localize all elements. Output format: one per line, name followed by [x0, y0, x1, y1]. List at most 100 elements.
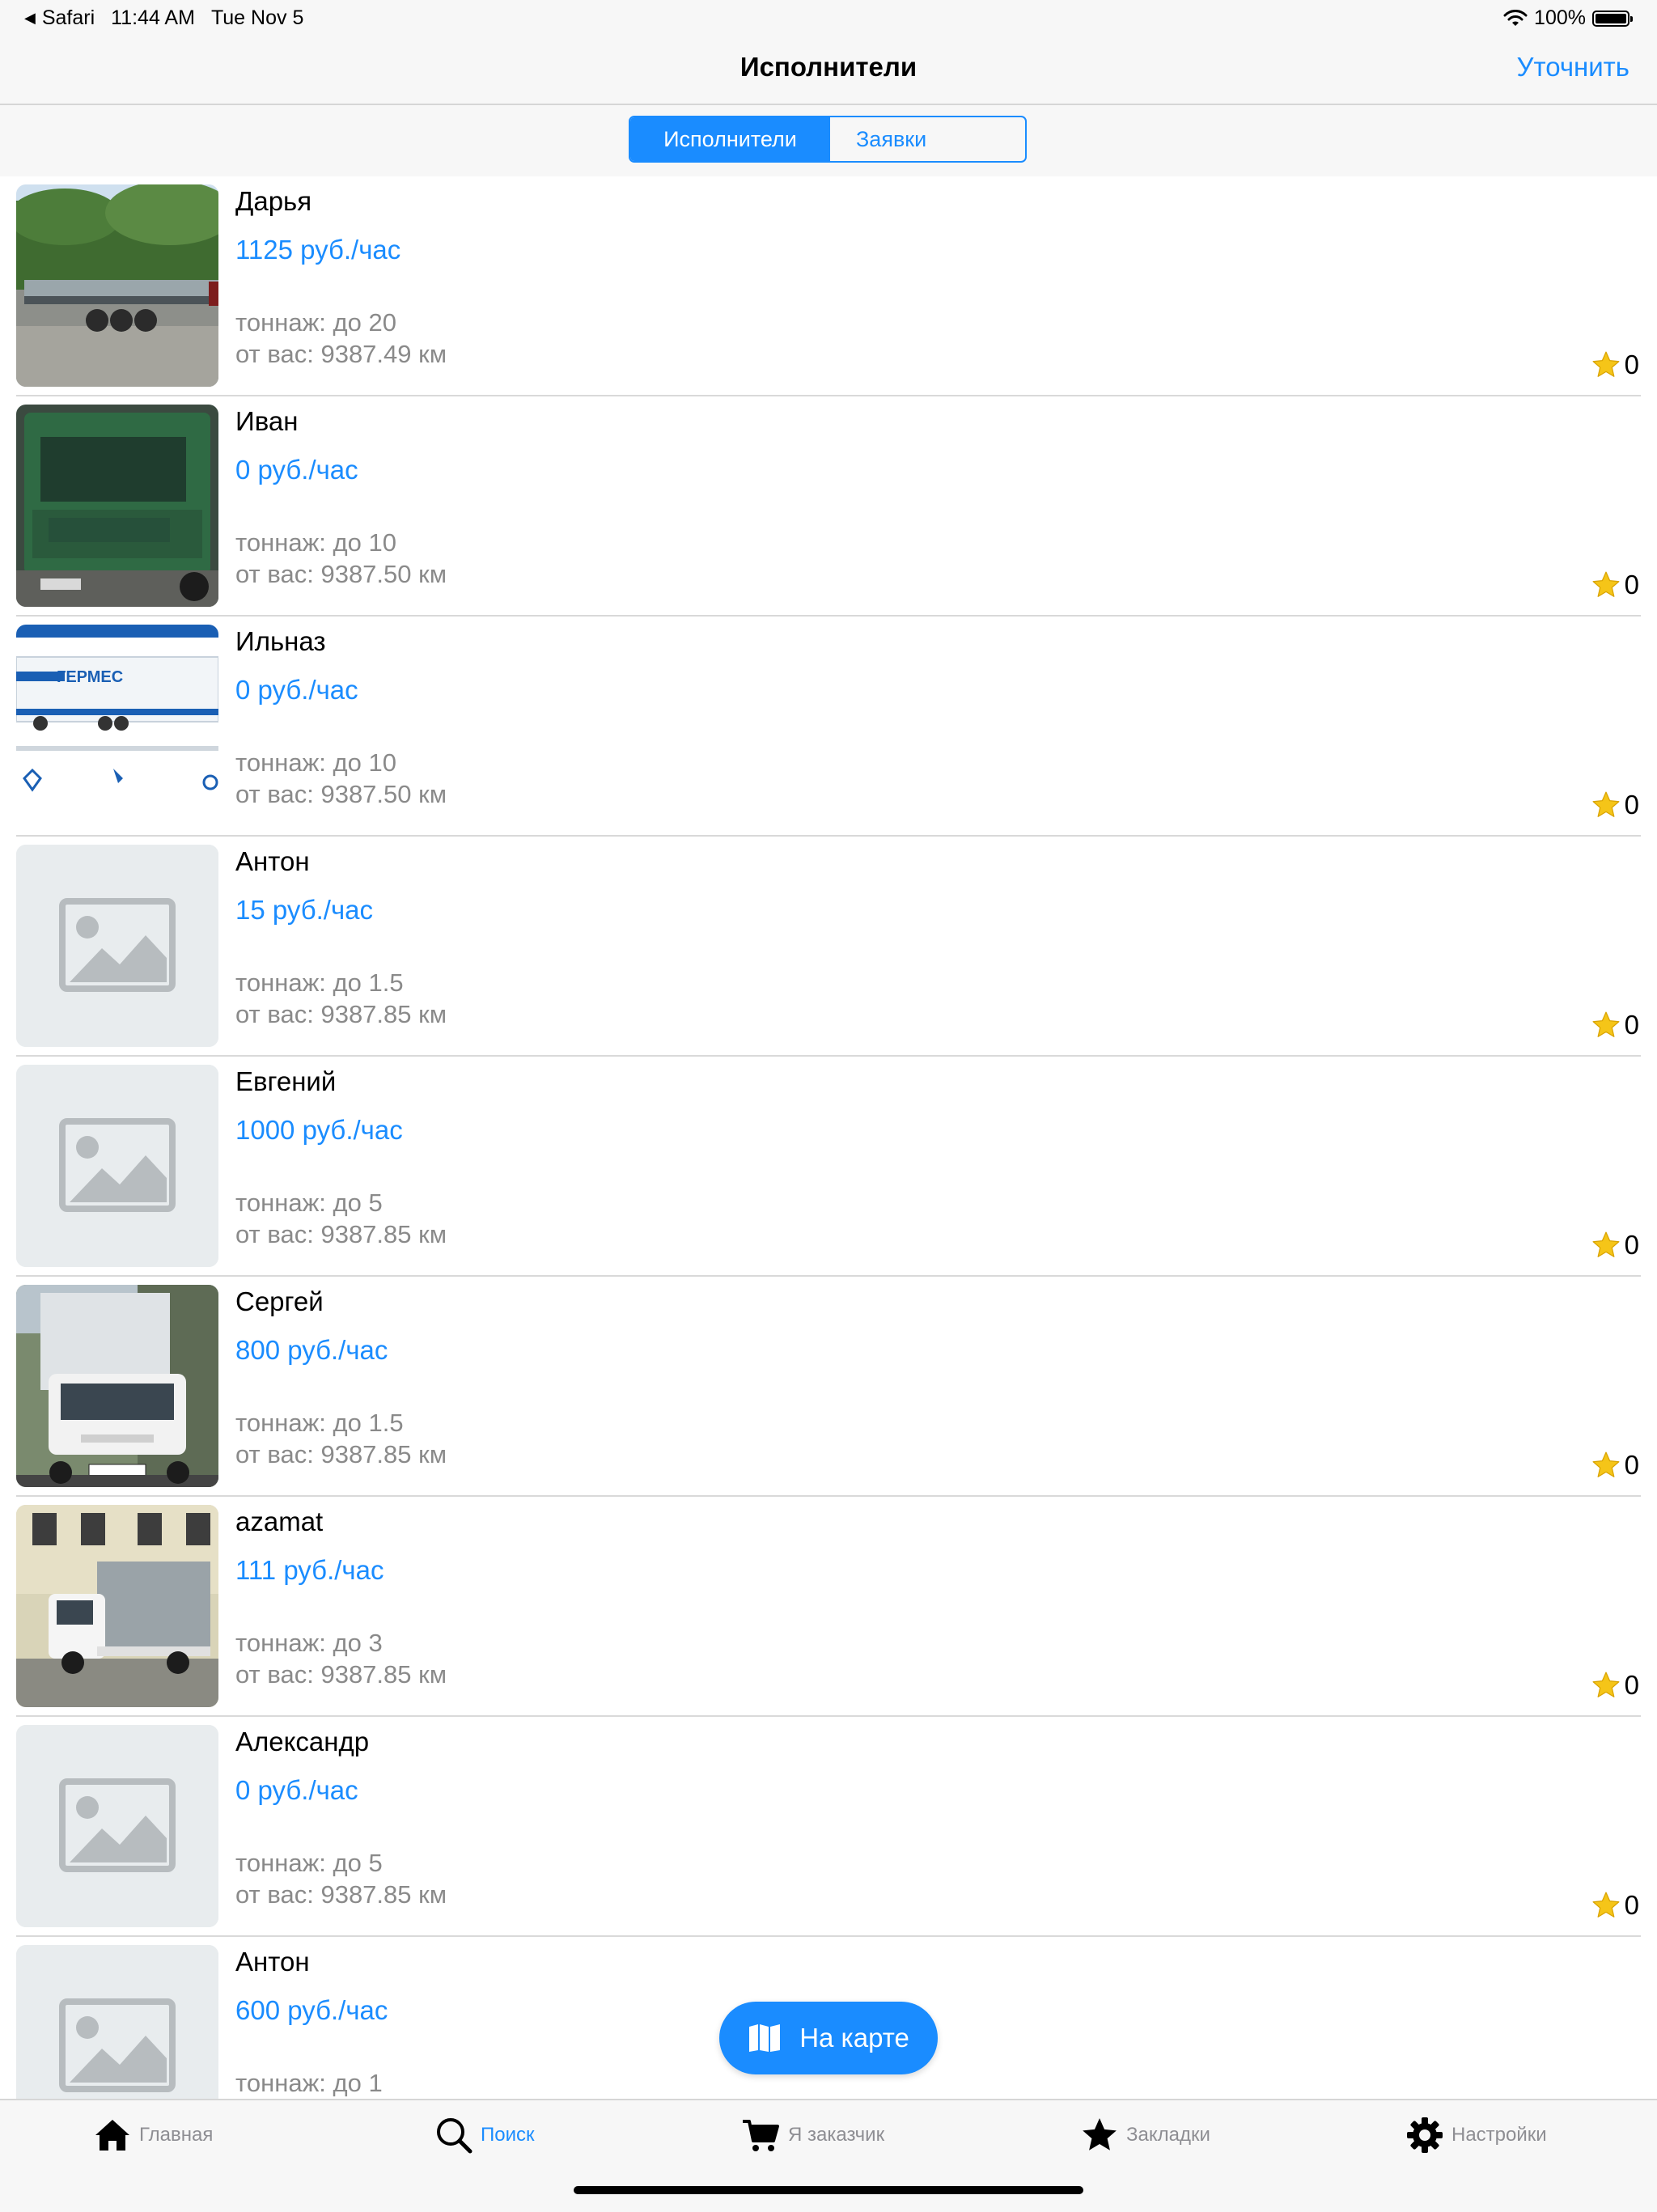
status-date: Tue Nov 5 — [210, 6, 304, 29]
segmented-control: Исполнители Заявки — [629, 116, 1027, 163]
list-item[interactable]: Антон 15 руб./час тоннаж: до 1.5 от вас:… — [0, 837, 1657, 1057]
rating-value: 0 — [1624, 1450, 1639, 1480]
performer-distance: от вас: 9387.49 км — [235, 340, 447, 368]
star-icon — [1591, 1890, 1621, 1921]
home-indicator[interactable] — [574, 2186, 1083, 2194]
performer-name: Антон — [235, 846, 310, 876]
box-truck-photo — [16, 1285, 218, 1487]
navigation-bar: Исполнители Уточнить — [0, 39, 1657, 105]
performer-tonnage: тоннаж: до 3 — [235, 1629, 383, 1657]
rating: 0 — [1591, 1230, 1639, 1261]
rating: 0 — [1591, 1450, 1639, 1481]
gazelle-truck-photo — [16, 1505, 218, 1707]
status-bar: ◀ Safari 11:44 AM Tue Nov 5 100% — [0, 0, 1657, 39]
tab-home[interactable]: Главная — [92, 2115, 213, 2155]
battery-percent: 100% — [1534, 6, 1586, 29]
status-time: 11:44 AM — [111, 6, 195, 29]
refine-button[interactable]: Уточнить — [1517, 52, 1630, 83]
performer-distance: от вас: 9387.50 км — [235, 560, 447, 588]
status-right: 100% — [1503, 6, 1633, 30]
rating: 0 — [1591, 1670, 1639, 1701]
tab-settings[interactable]: Настройки — [1405, 2115, 1547, 2155]
segment-requests[interactable]: Заявки — [830, 117, 1025, 161]
tab-label: Поиск — [481, 2124, 535, 2146]
list-item[interactable]: Сергей 800 руб./час тоннаж: до 1.5 от ва… — [0, 1277, 1657, 1497]
cart-icon — [743, 2120, 779, 2151]
performer-distance: от вас: 9387.85 км — [235, 1880, 447, 1909]
star-icon — [1083, 2118, 1117, 2151]
tab-bookmarks[interactable]: Закладки — [1079, 2115, 1210, 2155]
rating-value: 0 — [1624, 790, 1639, 820]
tab-label: Главная — [139, 2124, 214, 2146]
placeholder-image — [16, 845, 218, 1047]
tab-customer[interactable]: Я заказчик — [741, 2115, 884, 2155]
list-item[interactable]: Евгений 1000 руб./час тоннаж: до 5 от ва… — [0, 1057, 1657, 1277]
show-on-map-button[interactable]: На карте — [719, 2002, 938, 2074]
image-placeholder-icon — [16, 1945, 218, 2099]
performer-name: azamat — [235, 1506, 324, 1536]
star-icon — [1591, 570, 1621, 600]
performer-name: Антон — [235, 1947, 310, 1977]
rating: 0 — [1591, 790, 1639, 820]
performer-name: Иван — [235, 406, 299, 436]
performer-name: Дарья — [235, 186, 312, 216]
rating-value: 0 — [1624, 570, 1639, 600]
performer-name: Ильназ — [235, 626, 326, 656]
rating: 0 — [1591, 1890, 1639, 1921]
germes-ad-photo: ГЕРМЕС — [16, 625, 218, 827]
rating: 0 — [1591, 1010, 1639, 1040]
back-app-label[interactable]: Safari — [42, 6, 95, 30]
performer-tonnage: тоннаж: до 20 — [235, 308, 396, 337]
performer-distance: от вас: 9387.85 км — [235, 1660, 447, 1689]
tab-label: Закладки — [1126, 2124, 1210, 2146]
performer-name: Сергей — [235, 1286, 324, 1316]
performer-price: 111 руб./час — [235, 1555, 384, 1585]
rating: 0 — [1591, 350, 1639, 380]
performer-tonnage: тоннаж: до 1 — [235, 2069, 383, 2097]
performer-tonnage: тоннаж: до 10 — [235, 528, 396, 557]
segment-bar: Исполнители Заявки — [0, 105, 1657, 176]
placeholder-image — [16, 1725, 218, 1927]
star-icon — [1591, 1010, 1621, 1040]
green-truck-photo — [16, 405, 218, 607]
performer-tonnage: тоннаж: до 1.5 — [235, 1409, 404, 1437]
star-icon — [1591, 1230, 1621, 1261]
rating-value: 0 — [1624, 1670, 1639, 1700]
germes-logo-text: ГЕРМЕС — [57, 668, 124, 686]
search-icon — [437, 2118, 473, 2154]
tab-search[interactable]: Поиск — [434, 2115, 535, 2155]
performer-price: 1125 руб./час — [235, 235, 401, 265]
placeholder-image — [16, 1945, 218, 2099]
performer-tonnage: тоннаж: до 5 — [235, 1849, 383, 1877]
star-icon — [1591, 1670, 1621, 1701]
list-item[interactable]: azamat 111 руб./час тоннаж: до 3 от вас:… — [0, 1497, 1657, 1717]
star-icon — [1591, 790, 1621, 820]
list-item[interactable]: ГЕРМЕС Ильназ 0 руб./час тоннаж: до 10 о… — [0, 617, 1657, 837]
placeholder-image — [16, 1065, 218, 1267]
page-title: Исполнители — [740, 52, 917, 82]
star-icon — [1591, 350, 1621, 380]
performer-price: 0 руб./час — [235, 455, 358, 485]
rating-value: 0 — [1624, 1890, 1639, 1920]
rating: 0 — [1591, 570, 1639, 600]
show-on-map-label: На карте — [799, 2023, 909, 2053]
performer-price: 15 руб./час — [235, 895, 374, 925]
performer-name: Александр — [235, 1727, 370, 1756]
list-item[interactable]: Александр 0 руб./час тоннаж: до 5 от вас… — [0, 1717, 1657, 1937]
performer-distance: от вас: 9387.85 км — [235, 1440, 447, 1468]
image-placeholder-icon — [16, 1725, 218, 1927]
tab-bar: Главная Поиск Я заказчик Закладки Настро… — [0, 2099, 1657, 2212]
performer-price: 0 руб./час — [235, 1775, 358, 1805]
back-arrow-icon[interactable]: ◀ — [24, 10, 36, 27]
list-item[interactable]: Иван 0 руб./час тоннаж: до 10 от вас: 93… — [0, 396, 1657, 617]
list-item[interactable]: Дарья 1125 руб./час тоннаж: до 20 от вас… — [0, 176, 1657, 396]
performer-price: 800 руб./час — [235, 1335, 388, 1365]
performer-distance: от вас: 9387.85 км — [235, 1000, 447, 1028]
performer-price: 600 руб./час — [235, 1995, 388, 2025]
performer-price: 1000 руб./час — [235, 1115, 403, 1145]
segment-performers[interactable]: Исполнители — [630, 117, 830, 161]
map-icon — [749, 2024, 781, 2052]
image-placeholder-icon — [16, 845, 218, 1047]
tab-label: Я заказчик — [788, 2124, 885, 2146]
home-icon — [95, 2120, 129, 2151]
